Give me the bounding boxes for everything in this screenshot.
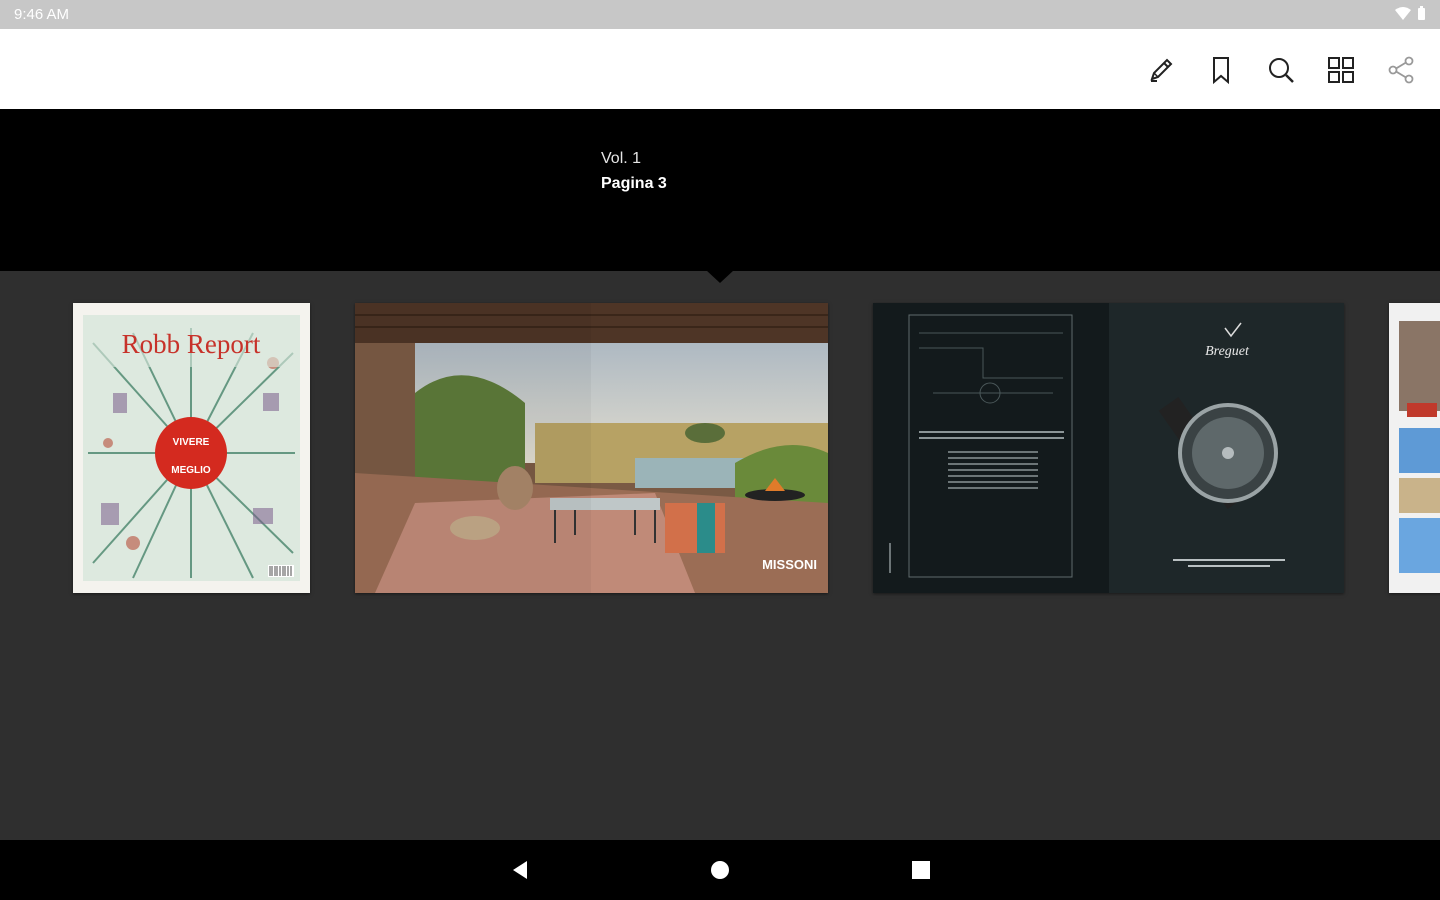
cover-title: Robb Report: [122, 329, 261, 359]
bookmark-icon[interactable]: [1201, 50, 1241, 90]
thumbnail-next[interactable]: [1389, 303, 1440, 593]
wifi-icon: [1395, 6, 1411, 20]
status-icons: [1395, 6, 1426, 21]
status-time: 9:46 AM: [14, 6, 70, 23]
cover-badge-line2: MEGLIO: [171, 465, 211, 476]
recents-icon[interactable]: [904, 853, 938, 887]
cover-badge-line1: VIVERE: [173, 437, 210, 448]
spread1-brand: MISSONI: [762, 557, 817, 572]
status-bar: 9:46 AM: [0, 0, 1440, 29]
grid-icon[interactable]: [1321, 50, 1361, 90]
thumbnail-spread-1[interactable]: MISSONI: [355, 303, 828, 593]
search-icon[interactable]: [1261, 50, 1301, 90]
volume-label: Vol. 1: [601, 150, 642, 167]
home-icon[interactable]: [703, 853, 737, 887]
thumbnail-cover[interactable]: Robb Report VIVERE MEGLIO: [73, 303, 310, 593]
system-nav-bar: [0, 840, 1440, 900]
thumbnail-spread-2[interactable]: Breguet: [873, 303, 1344, 593]
back-icon[interactable]: [503, 853, 537, 887]
top-toolbar: [0, 29, 1440, 109]
current-page-pointer: [706, 270, 734, 283]
page-info-band: [0, 109, 1440, 271]
edit-icon[interactable]: [1141, 50, 1181, 90]
page-label: Pagina 3: [601, 175, 667, 192]
battery-icon: [1418, 6, 1425, 20]
spread2-brand: Breguet: [1205, 344, 1250, 359]
share-icon[interactable]: [1381, 50, 1421, 90]
